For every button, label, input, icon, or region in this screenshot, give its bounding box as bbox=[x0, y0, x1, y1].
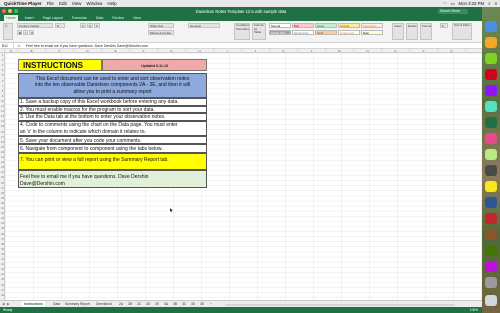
notification-icon[interactable]: ≡ bbox=[494, 1, 497, 6]
next-sheet-icon[interactable]: ▶ bbox=[7, 302, 10, 306]
dock-app-icon[interactable] bbox=[485, 117, 497, 128]
style-neutral[interactable]: Neutral bbox=[338, 23, 360, 28]
format-cells-button[interactable]: Format bbox=[420, 23, 432, 40]
dock-app-icon[interactable] bbox=[485, 229, 497, 240]
dock-app-icon[interactable] bbox=[485, 101, 497, 112]
style-linked-cell[interactable]: Linked Cell bbox=[338, 30, 360, 35]
insert-cells-button[interactable]: Insert bbox=[392, 23, 404, 40]
font-name-select[interactable]: Century Gothic bbox=[17, 23, 53, 28]
excel-window: Danielson Notes Template 12.5 with sampl… bbox=[0, 7, 482, 313]
mac-menubar: QuickTime Player File Edit View Window H… bbox=[0, 0, 500, 7]
instructions-title-cell[interactable]: INSTRUCTIONS bbox=[18, 59, 102, 71]
contact-email: Dave@Dershin.com bbox=[20, 181, 65, 187]
contact-line: Feel free to email me if you have questi… bbox=[20, 174, 149, 180]
dock-app-icon[interactable] bbox=[485, 21, 497, 32]
status-bar: Ready 100% bbox=[0, 307, 482, 313]
style-explanatory[interactable]: Explanatory bbox=[292, 30, 314, 35]
menu-help[interactable]: Help bbox=[107, 1, 116, 6]
align-right-button[interactable]: ≡ bbox=[94, 23, 100, 28]
window-titlebar: Danielson Notes Template 12.5 with sampl… bbox=[0, 7, 482, 15]
step-1-cell[interactable]: 1. Save a backup copy of this Excel work… bbox=[18, 98, 207, 106]
autosum-button[interactable]: Σ bbox=[440, 23, 448, 28]
menu-edit[interactable]: Edit bbox=[59, 1, 67, 6]
sheet-tab-bar: ◀ ▶ Instructions Data Summary Report Dir… bbox=[0, 300, 482, 308]
sort-filter-button[interactable]: Sort & Filter bbox=[452, 23, 472, 40]
desktop-background bbox=[482, 7, 500, 313]
number-format-select[interactable]: General bbox=[188, 23, 220, 28]
formula-input[interactable]: Feel free to email me if you have questi… bbox=[24, 44, 148, 48]
zoom-level[interactable]: 100% bbox=[470, 307, 478, 313]
status-ready: Ready bbox=[3, 308, 13, 312]
step-7-cell[interactable]: 7. You can print or view a full report u… bbox=[18, 153, 207, 170]
updated-date-cell[interactable]: Updated 6-11-18 bbox=[102, 59, 207, 71]
style-check-cell[interactable]: Check Cell bbox=[269, 30, 291, 35]
dock-app-icon[interactable] bbox=[485, 261, 497, 272]
merge-center-button[interactable]: Merge & Center bbox=[148, 30, 174, 35]
spotlight-icon[interactable]: ⌕ bbox=[488, 1, 490, 6]
name-box[interactable]: B11 bbox=[0, 42, 14, 49]
search-sheet-input[interactable]: Search Sheet bbox=[438, 8, 468, 14]
dock-app-icon[interactable] bbox=[485, 37, 497, 48]
format-as-table-button[interactable]: Format as Table bbox=[252, 23, 266, 40]
dock-app-icon[interactable] bbox=[485, 213, 497, 224]
menu-window[interactable]: Window bbox=[86, 1, 102, 6]
prev-sheet-icon[interactable]: ◀ bbox=[2, 302, 5, 306]
dock-app-icon[interactable] bbox=[485, 53, 497, 64]
menu-file[interactable]: File bbox=[47, 1, 54, 6]
menu-app-name[interactable]: QuickTime Player bbox=[4, 1, 42, 6]
step-4-line: an 'x' in the column to indicate which d… bbox=[20, 128, 146, 135]
dock-app-icon[interactable] bbox=[485, 197, 497, 208]
delete-cells-button[interactable]: Delete bbox=[406, 23, 418, 40]
dock-app-icon[interactable] bbox=[485, 85, 497, 96]
style-normal[interactable]: Normal bbox=[269, 23, 291, 28]
dock-app-icon[interactable] bbox=[485, 245, 497, 256]
step-6-cell[interactable]: 6. Navigate from component to component … bbox=[18, 144, 207, 153]
mouse-pointer-icon bbox=[170, 208, 173, 213]
paste-button[interactable]: ⎘ bbox=[3, 23, 13, 40]
dock-app-icon[interactable] bbox=[485, 149, 497, 160]
underline-button[interactable]: U bbox=[29, 30, 34, 35]
fx-icon[interactable]: fx bbox=[14, 44, 24, 48]
step-3-cell[interactable]: 3. Use the Data tab at the bottom to ent… bbox=[18, 113, 207, 121]
clock[interactable]: Mon 3:33 PM bbox=[459, 1, 485, 6]
wifi-icon[interactable]: ◠ bbox=[443, 1, 447, 7]
wrap-text-button[interactable]: Wrap Text bbox=[148, 23, 174, 28]
font-size-select[interactable]: 8 bbox=[55, 23, 65, 28]
horizontal-scrollbar[interactable] bbox=[225, 303, 455, 306]
italic-button[interactable]: I bbox=[23, 30, 28, 35]
step-5-cell[interactable]: 5. Save your document after you code you… bbox=[18, 135, 207, 144]
step-4-line: 4. Code to comments using the chart on t… bbox=[20, 121, 178, 128]
bold-button[interactable]: B bbox=[17, 30, 22, 35]
dock-app-icon[interactable] bbox=[485, 277, 497, 288]
menubar-status-area: ◠ ▭ Mon 3:33 PM ⌕ ≡ bbox=[443, 0, 497, 7]
dock-app-icon[interactable] bbox=[485, 69, 497, 80]
style-note[interactable]: Note bbox=[361, 30, 383, 35]
dock-app-icon[interactable] bbox=[485, 165, 497, 176]
dock-trash-icon[interactable] bbox=[485, 295, 497, 306]
intro-line: allow you to print a summary report bbox=[73, 88, 152, 95]
align-center-button[interactable]: ≡ bbox=[87, 23, 93, 28]
dock-app-icon[interactable] bbox=[485, 133, 497, 144]
dock-app-icon[interactable] bbox=[485, 181, 497, 192]
menu-view[interactable]: View bbox=[72, 1, 82, 6]
step-4-cell[interactable]: 4. Code to comments using the chart on t… bbox=[18, 120, 207, 136]
contact-cell[interactable]: Feel free to email me if you have questi… bbox=[18, 170, 207, 188]
battery-icon[interactable]: ▭ bbox=[450, 1, 454, 7]
align-left-button[interactable]: ≡ bbox=[80, 23, 86, 28]
step-2-cell[interactable]: 2. You must enable macros for the progra… bbox=[18, 105, 207, 113]
style-calculation[interactable]: Calculation bbox=[361, 23, 383, 28]
style-bad[interactable]: Bad bbox=[292, 23, 314, 28]
ribbon-home: ⎘ Century Gothic 8 B I U ≡ ≡ ≡ Wrap Text… bbox=[0, 21, 482, 43]
intro-line: into the ten observable Danielson compon… bbox=[34, 82, 191, 88]
style-input[interactable]: Input bbox=[315, 30, 337, 35]
conditional-formatting-button[interactable]: Conditional Formatting bbox=[234, 23, 250, 40]
style-good[interactable]: Good bbox=[315, 23, 337, 28]
intro-cell[interactable]: This Excel document can be used to enter… bbox=[18, 73, 207, 98]
add-sheet-icon[interactable]: + bbox=[210, 302, 212, 306]
window-title: Danielson Notes Template 12.5 with sampl… bbox=[195, 8, 287, 14]
